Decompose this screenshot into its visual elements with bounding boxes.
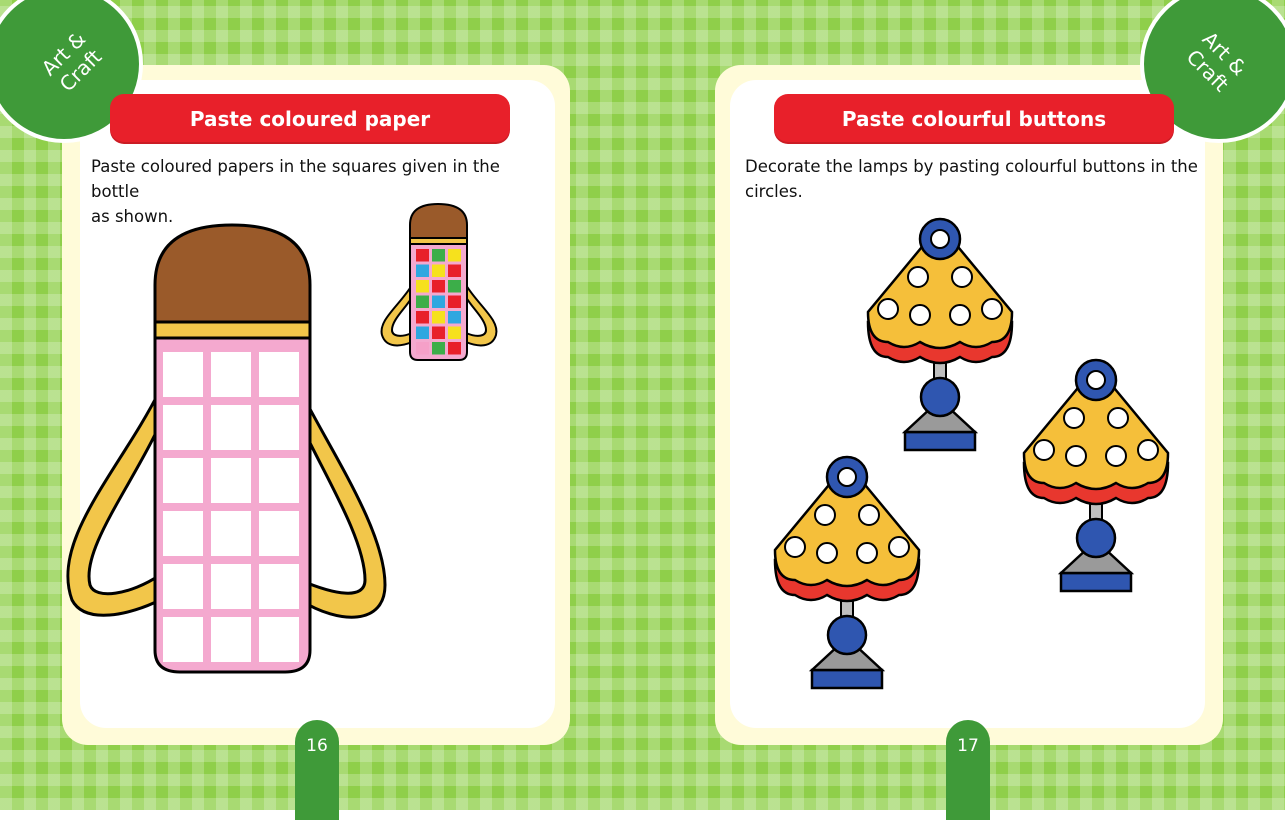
page-number-tab-left: 16 (295, 720, 339, 820)
left-instruction-line2: as shown. (91, 207, 174, 226)
left-page-title: Paste coloured paper (110, 94, 510, 144)
page-number-left: 16 (306, 736, 328, 756)
left-instruction: Paste coloured papers in the squares giv… (91, 154, 551, 229)
left-instruction-line1: Paste coloured papers in the squares giv… (91, 157, 500, 201)
right-instruction: Decorate the lamps by pasting colourful … (745, 154, 1205, 204)
page-number-right: 17 (957, 736, 979, 756)
right-page-title: Paste colourful buttons (774, 94, 1174, 144)
page-number-tab-right: 17 (946, 720, 990, 820)
right-instruction-line1: Decorate the lamps by pasting colourful … (745, 157, 1198, 176)
right-instruction-line2: circles. (745, 182, 803, 201)
